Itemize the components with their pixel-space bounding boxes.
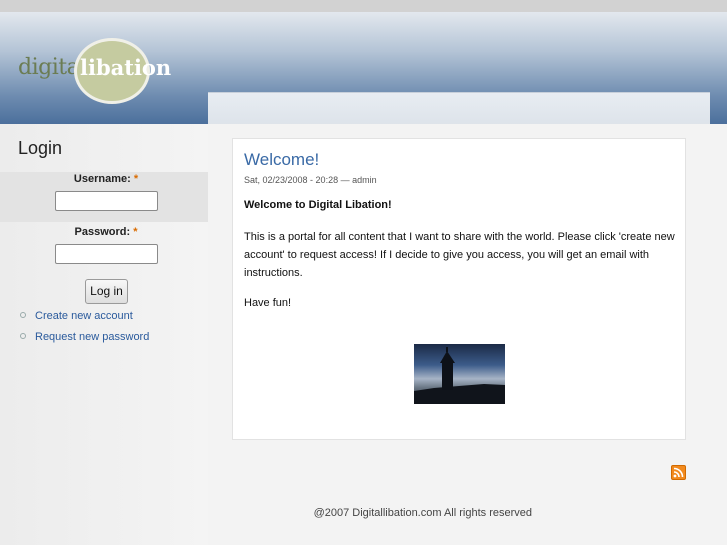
lighthouse-silhouette-image [414,344,505,404]
required-mark: * [133,226,138,238]
username-input[interactable] [55,191,158,211]
required-mark: * [133,173,139,185]
post-lead: Welcome to Digital Libation! [244,199,392,211]
login-sidebar: Login Username: * Password: * Log in Cre… [0,124,208,545]
welcome-post: Welcome! Sat, 02/23/2008 - 20:28 — admin… [232,138,686,440]
content-header-band [208,92,710,125]
login-block-title: Login [18,138,63,158]
request-password-link[interactable]: Request new password [35,331,149,343]
password-input[interactable] [55,244,158,264]
bullet-icon [20,333,26,340]
post-title[interactable]: Welcome! [244,150,319,170]
username-label-text: Username: [73,173,131,185]
password-label-text: Password: [74,226,131,238]
rss-glyph-icon [673,467,684,478]
post-body: This is a portal for all content that I … [244,231,675,279]
login-button[interactable]: Log in [85,279,128,304]
site-logo[interactable]: digital libation [18,38,171,106]
lighthouse-silhouette-icon [414,347,505,404]
username-label: Username: * [0,173,212,185]
rss-icon[interactable] [671,465,686,480]
create-account-item[interactable]: Create new account [20,310,133,322]
request-password-item[interactable]: Request new password [20,331,149,343]
post-closing: Have fun! [244,297,292,309]
password-label: Password: * [0,226,212,238]
create-account-link[interactable]: Create new account [35,310,133,322]
bullet-icon [20,312,26,319]
post-meta: Sat, 02/23/2008 - 20:28 — admin [244,175,377,185]
logo-word-libation: libation [80,55,172,80]
footer-copyright: @2007 Digitallibation.com All rights res… [313,507,532,519]
browser-top-strip [0,0,727,12]
